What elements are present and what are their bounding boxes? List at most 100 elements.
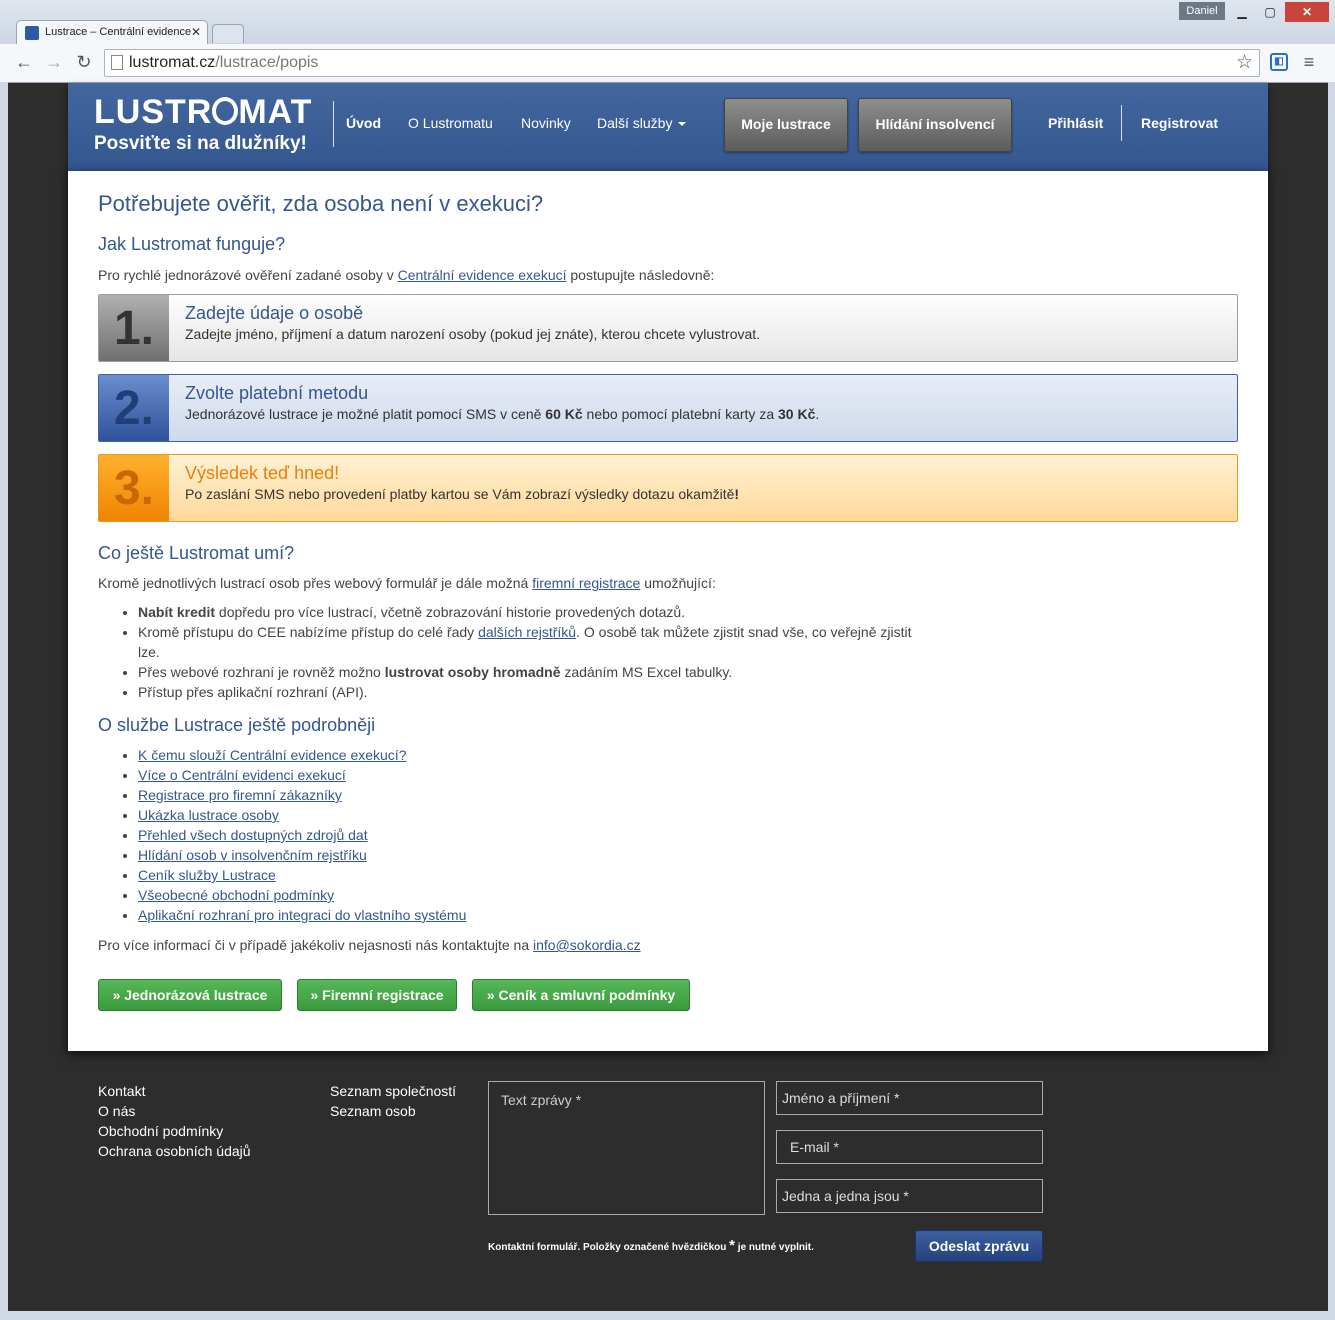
register-link[interactable]: Registrovat bbox=[1141, 115, 1218, 131]
step-desc: Po zaslání SMS nebo provedení platby kar… bbox=[185, 486, 740, 502]
maximize-button[interactable]: ▢ bbox=[1257, 2, 1283, 22]
more-text: Kromě jednotlivých lustrací osob přes we… bbox=[98, 575, 716, 591]
list-item: K čemu slouží Centrální evidence exekucí… bbox=[138, 745, 918, 765]
firemni-registrace-button[interactable]: » Firemní registrace bbox=[297, 979, 457, 1011]
main-content: Potřebujete ověřit, zda osoba není v exe… bbox=[68, 171, 1268, 1051]
tab-close-icon[interactable]: ✕ bbox=[191, 25, 201, 39]
list-item: Aplikační rozhraní pro integraci do vlas… bbox=[138, 905, 918, 925]
footer-link-kontakt[interactable]: Kontakt bbox=[98, 1083, 145, 1099]
step-3: 3. Výsledek teď hned! Po zaslání SMS neb… bbox=[98, 454, 1238, 522]
detail-link[interactable]: Registrace pro firemní zákazníky bbox=[138, 787, 342, 803]
bulb-icon bbox=[212, 97, 239, 125]
step-title: Zvolte platební metodu bbox=[185, 383, 369, 403]
site-header: LUSTR MAT Posviťte si na dlužníky! Úvod O… bbox=[68, 83, 1268, 175]
form-note: Kontaktní formulář. Položky označené hvě… bbox=[488, 1237, 814, 1254]
list-item: Ukázka lustrace osoby bbox=[138, 805, 918, 825]
profile-badge[interactable]: Daniel bbox=[1179, 2, 1225, 20]
message-textarea[interactable]: Text zprávy * bbox=[488, 1081, 765, 1215]
minimize-button[interactable]: ▁ bbox=[1229, 2, 1255, 22]
tab-title: Lustrace – Centrální evidence exekucí bbox=[45, 26, 195, 38]
logo-slogan: Posviťte si na dlužníky! bbox=[94, 133, 307, 154]
details-links: K čemu slouží Centrální evidence exekucí… bbox=[118, 745, 918, 925]
cee-link[interactable]: Centrální evidence exekucí bbox=[398, 267, 567, 283]
window-frame-bottom bbox=[0, 1311, 1335, 1320]
dalsi-rejstriky-link[interactable]: dalších rejstříků bbox=[478, 624, 576, 640]
footer-link-o-nas[interactable]: O nás bbox=[98, 1103, 135, 1119]
step-number: 3. bbox=[99, 455, 169, 521]
header-divider bbox=[333, 101, 334, 147]
firemni-registrace-link[interactable]: firemní registrace bbox=[532, 575, 640, 591]
detail-link[interactable]: Více o Centrální evidenci exekucí bbox=[138, 767, 346, 783]
footer-link-ochrana-udaju[interactable]: Ochrana osobních údajů bbox=[98, 1143, 251, 1159]
reload-icon[interactable]: ↻ bbox=[74, 52, 94, 72]
nav-novinky[interactable]: Novinky bbox=[521, 115, 571, 131]
step-number: 1. bbox=[99, 295, 169, 361]
header-divider bbox=[1121, 105, 1122, 141]
detail-link[interactable]: Přehled všech dostupných zdrojů dat bbox=[138, 827, 368, 843]
detail-link[interactable]: K čemu slouží Centrální evidence exekucí… bbox=[138, 747, 406, 763]
detail-link[interactable]: Všeobecné obchodní podmínky bbox=[138, 887, 334, 903]
logo[interactable]: LUSTR MAT bbox=[94, 93, 312, 132]
email-input[interactable]: E-mail * bbox=[776, 1130, 1043, 1164]
detail-link[interactable]: Ceník služby Lustrace bbox=[138, 867, 276, 883]
list-item: Ceník služby Lustrace bbox=[138, 865, 918, 885]
contact-email-link[interactable]: info@sokordia.cz bbox=[533, 937, 641, 953]
back-arrow-icon[interactable]: ← bbox=[14, 52, 34, 72]
forward-arrow-icon[interactable]: → bbox=[44, 52, 64, 72]
title-bar: Lustrace – Centrální evidence exekucí ✕ … bbox=[0, 0, 1335, 45]
url-text: lustromat.cz/lustrace/popis bbox=[129, 54, 319, 71]
step-title: Výsledek teď hned! bbox=[185, 463, 340, 483]
footer-link-obchodni-podminky[interactable]: Obchodní podmínky bbox=[98, 1123, 223, 1139]
bookmark-star-icon[interactable]: ☆ bbox=[1236, 51, 1253, 74]
browser-tab[interactable]: Lustrace – Centrální evidence exekucí ✕ bbox=[16, 20, 208, 45]
new-tab-button[interactable] bbox=[212, 24, 244, 43]
name-input[interactable]: Jméno a příjmení * bbox=[776, 1081, 1043, 1115]
list-item: Přístup přes aplikační rozhraní (API). bbox=[138, 682, 918, 702]
detail-link[interactable]: Ukázka lustrace osoby bbox=[138, 807, 279, 823]
intro-text: Pro rychlé jednorázové ověření zadané os… bbox=[98, 267, 715, 283]
step-desc: Zadejte jméno, příjmení a datum narození… bbox=[185, 326, 761, 342]
more-title: Co ještě Lustromat umí? bbox=[98, 543, 295, 563]
nav-dalsi-sluzby[interactable]: Další služby bbox=[597, 115, 687, 131]
login-link[interactable]: Přihlásit bbox=[1048, 115, 1103, 131]
details-title: O službe Lustrace ještě podrobněji bbox=[98, 715, 376, 735]
features-list: Nabít kredit dopředu pro více lustrací, … bbox=[118, 602, 918, 702]
captcha-input[interactable]: Jedna a jedna jsou * bbox=[776, 1179, 1043, 1213]
close-window-button[interactable]: ✕ bbox=[1285, 2, 1329, 22]
detail-link[interactable]: Aplikační rozhraní pro integraci do vlas… bbox=[138, 907, 466, 923]
window-frame-left bbox=[0, 82, 8, 1320]
step-number: 2. bbox=[99, 375, 169, 441]
send-message-button[interactable]: Odeslat zprávu bbox=[915, 1230, 1043, 1262]
moje-lustrace-button[interactable]: Moje lustrace bbox=[724, 98, 848, 152]
list-item: Přehled všech dostupných zdrojů dat bbox=[138, 825, 918, 845]
footer-link-seznam-spolecnosti[interactable]: Seznam společností bbox=[330, 1083, 456, 1099]
menu-icon[interactable]: ≡ bbox=[1300, 52, 1318, 73]
window-frame-right bbox=[1328, 82, 1335, 1320]
list-item: Nabít kredit dopředu pro více lustrací, … bbox=[138, 602, 918, 622]
list-item: Více o Centrální evidenci exekucí bbox=[138, 765, 918, 785]
list-item: Všeobecné obchodní podmínky bbox=[138, 885, 918, 905]
page-viewport: LUSTR MAT Posviťte si na dlužníky! Úvod O… bbox=[8, 83, 1328, 1311]
step-1: 1. Zadejte údaje o osobě Zadejte jméno, … bbox=[98, 294, 1238, 362]
jednorazova-lustrace-button[interactable]: » Jednorázová lustrace bbox=[98, 979, 282, 1011]
page-title: Potřebujete ověřit, zda osoba není v exe… bbox=[98, 191, 544, 216]
nav-o-lustromatu[interactable]: O Lustromatu bbox=[408, 115, 493, 131]
browser-chrome: Lustrace – Centrální evidence exekucí ✕ … bbox=[0, 0, 1335, 83]
detail-link[interactable]: Hlídání osob v insolvenčním rejstříku bbox=[138, 847, 367, 863]
extension-icon[interactable]: ◧ bbox=[1270, 53, 1288, 71]
list-item: Kromě přístupu do CEE nabízíme přístup d… bbox=[138, 622, 918, 662]
step-title: Zadejte údaje o osobě bbox=[185, 303, 364, 323]
list-item: Registrace pro firemní zákazníky bbox=[138, 785, 918, 805]
footer-link-seznam-osob[interactable]: Seznam osob bbox=[330, 1103, 416, 1119]
step-2: 2. Zvolte platební metodu Jednorázové lu… bbox=[98, 374, 1238, 442]
list-item: Hlídání osob v insolvenčním rejstříku bbox=[138, 845, 918, 865]
cenik-button[interactable]: » Ceník a smluvní podmínky bbox=[472, 979, 690, 1011]
address-bar[interactable]: lustromat.cz/lustrace/popis ☆ bbox=[104, 49, 1260, 77]
caret-down-icon bbox=[678, 122, 687, 126]
favicon-icon bbox=[25, 26, 39, 40]
contact-text: Pro více informací či v případě jakékoli… bbox=[98, 937, 641, 953]
hlidani-insolvenci-button[interactable]: Hlídání insolvencí bbox=[858, 98, 1012, 152]
how-title: Jak Lustromat funguje? bbox=[98, 234, 286, 254]
list-item: Přes webové rozhraní je rovněž možno lus… bbox=[138, 662, 918, 682]
nav-uvod[interactable]: Úvod bbox=[346, 115, 381, 131]
